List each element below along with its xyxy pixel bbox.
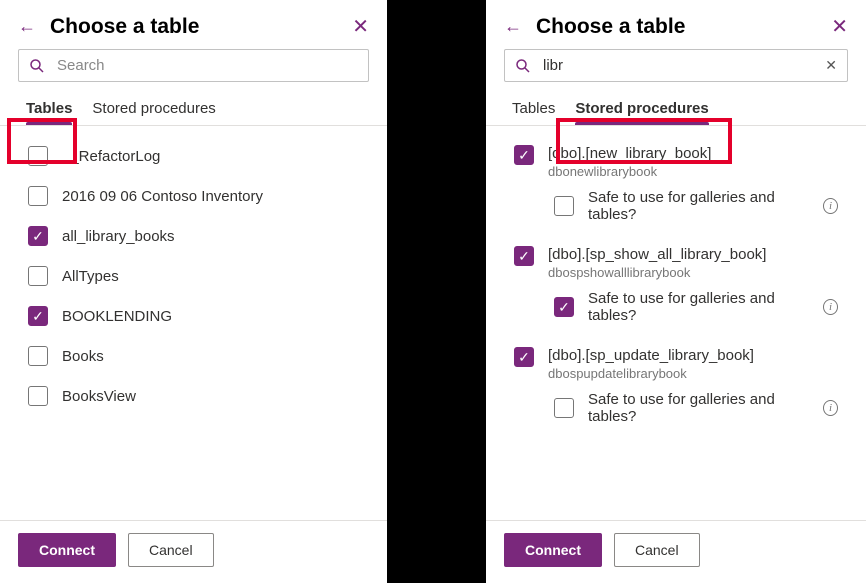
- safe-label: Safe to use for galleries and tables?: [588, 391, 809, 425]
- search-box[interactable]: ✕: [504, 49, 848, 82]
- table-row[interactable]: BOOKLENDING: [0, 296, 387, 336]
- info-icon[interactable]: i: [823, 400, 838, 416]
- connect-button[interactable]: Connect: [504, 533, 602, 567]
- stored-procedure-subtitle: dbospupdatelibrarybook: [548, 366, 754, 381]
- search-box[interactable]: [18, 49, 369, 82]
- stored-procedure-row[interactable]: [dbo].[sp_update_library_book] dbospupdat…: [486, 338, 866, 383]
- table-name: AllTypes: [62, 268, 119, 285]
- close-icon[interactable]: ✕: [352, 14, 369, 39]
- safe-for-galleries-row[interactable]: Safe to use for galleries and tables? i: [486, 282, 866, 338]
- tabs: Tables Stored procedures: [486, 90, 866, 126]
- checkbox[interactable]: [28, 226, 48, 246]
- table-row[interactable]: BooksView: [0, 376, 387, 416]
- tab-tables[interactable]: Tables: [504, 90, 563, 125]
- stored-procedure-subtitle: dbonewlibrarybook: [548, 164, 711, 179]
- safe-for-galleries-row[interactable]: Safe to use for galleries and tables? i: [486, 181, 866, 237]
- table-row[interactable]: all_library_books: [0, 216, 387, 256]
- checkbox[interactable]: [28, 306, 48, 326]
- connect-button[interactable]: Connect: [18, 533, 116, 567]
- cancel-button[interactable]: Cancel: [128, 533, 214, 567]
- checkbox[interactable]: [28, 266, 48, 286]
- info-icon[interactable]: i: [823, 198, 838, 214]
- back-icon[interactable]: ←: [18, 16, 36, 37]
- table-name: 2016 09 06 Contoso Inventory: [62, 188, 263, 205]
- stored-procedure-name: [dbo].[new_library_book]: [548, 145, 711, 162]
- table-row[interactable]: __RefactorLog: [0, 136, 387, 176]
- close-icon[interactable]: ✕: [831, 14, 848, 39]
- choose-table-panel-right: ← Choose a table ✕ ✕ Tables Stored proce…: [486, 0, 866, 583]
- table-row[interactable]: 2016 09 06 Contoso Inventory: [0, 176, 387, 216]
- safe-label: Safe to use for galleries and tables?: [588, 189, 809, 223]
- stored-procedures-list[interactable]: [dbo].[new_library_book] dbonewlibraryboo…: [486, 126, 866, 520]
- tabs: Tables Stored procedures: [0, 90, 387, 126]
- safe-label: Safe to use for galleries and tables?: [588, 290, 809, 324]
- table-name: BooksView: [62, 388, 136, 405]
- stored-procedure-name: [dbo].[sp_show_all_library_book]: [548, 246, 766, 263]
- table-name: BOOKLENDING: [62, 308, 172, 325]
- panel-header: ← Choose a table ✕: [486, 0, 866, 49]
- checkbox[interactable]: [28, 386, 48, 406]
- panel-title: Choose a table: [50, 15, 338, 39]
- checkbox[interactable]: [514, 145, 534, 165]
- panel-header: ← Choose a table ✕: [0, 0, 387, 49]
- stored-procedure-name: [dbo].[sp_update_library_book]: [548, 347, 754, 364]
- back-icon[interactable]: ←: [504, 16, 522, 37]
- stored-procedure-row[interactable]: [dbo].[new_library_book] dbonewlibraryboo…: [486, 136, 866, 181]
- table-name: __RefactorLog: [62, 148, 160, 165]
- checkbox[interactable]: [28, 146, 48, 166]
- checkbox[interactable]: [514, 246, 534, 266]
- table-row[interactable]: Books: [0, 336, 387, 376]
- search-input[interactable]: [55, 56, 358, 75]
- safe-for-galleries-row[interactable]: Safe to use for galleries and tables? i: [486, 383, 866, 439]
- cancel-button[interactable]: Cancel: [614, 533, 700, 567]
- info-icon[interactable]: i: [823, 299, 838, 315]
- search-icon: [29, 58, 45, 74]
- checkbox[interactable]: [554, 297, 574, 317]
- checkbox[interactable]: [28, 186, 48, 206]
- tables-list[interactable]: __RefactorLog 2016 09 06 Contoso Inventor…: [0, 126, 387, 520]
- clear-search-icon[interactable]: ✕: [825, 57, 837, 74]
- panel-footer: Connect Cancel: [486, 520, 866, 583]
- panel-title: Choose a table: [536, 15, 817, 39]
- table-row[interactable]: AllTypes: [0, 256, 387, 296]
- table-name: all_library_books: [62, 228, 175, 245]
- checkbox[interactable]: [28, 346, 48, 366]
- checkbox[interactable]: [554, 398, 574, 418]
- checkbox[interactable]: [554, 196, 574, 216]
- stored-procedure-row[interactable]: [dbo].[sp_show_all_library_book] dbospsho…: [486, 237, 866, 282]
- search-input[interactable]: [541, 56, 815, 75]
- tab-stored-procedures[interactable]: Stored procedures: [567, 90, 716, 125]
- table-name: Books: [62, 348, 104, 365]
- tab-stored-procedures[interactable]: Stored procedures: [84, 90, 223, 125]
- choose-table-panel-left: ← Choose a table ✕ Tables Stored procedu…: [0, 0, 387, 583]
- checkbox[interactable]: [514, 347, 534, 367]
- panel-gap: [387, 0, 486, 583]
- search-icon: [515, 58, 531, 74]
- tab-tables[interactable]: Tables: [18, 90, 80, 125]
- panel-footer: Connect Cancel: [0, 520, 387, 583]
- stored-procedure-subtitle: dbospshowalllibrarybook: [548, 265, 766, 280]
